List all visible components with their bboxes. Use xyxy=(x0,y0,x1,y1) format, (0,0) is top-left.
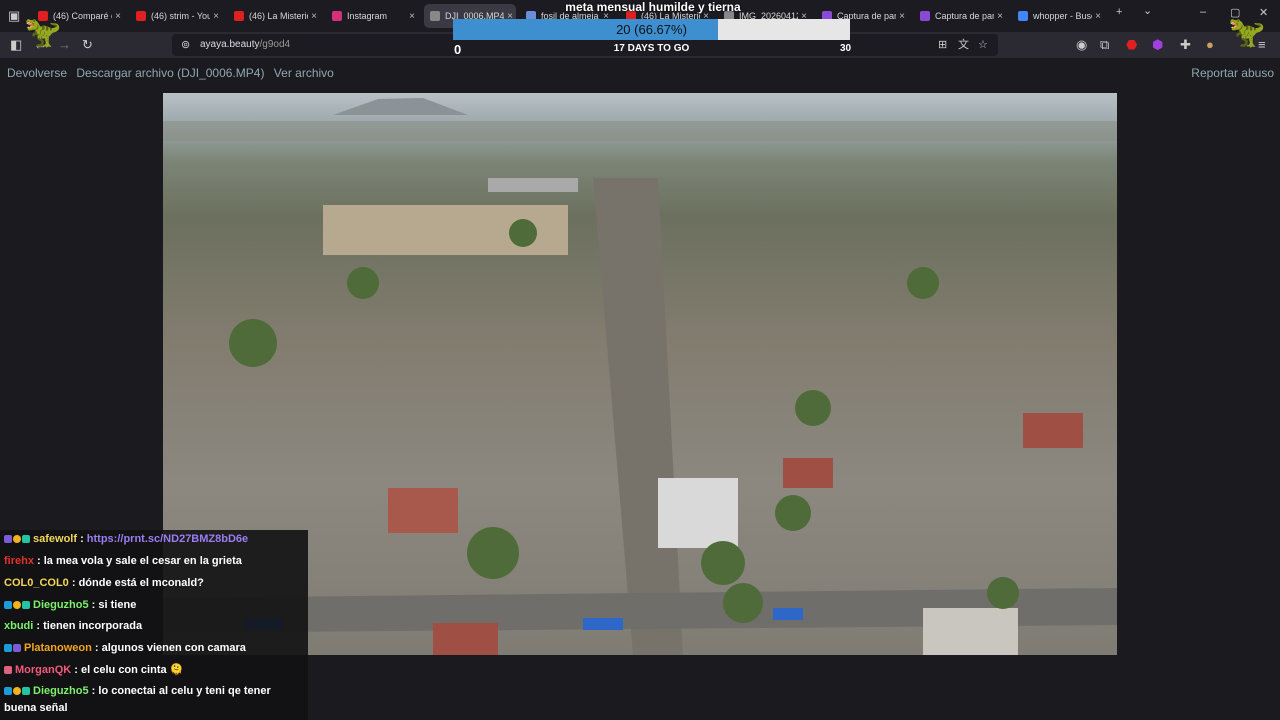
puzzle-icon[interactable]: ✚ xyxy=(1180,37,1191,53)
chat-message: Dieguzho5 : si tiene xyxy=(4,597,304,614)
file-actions: Devolverse Descargar archivo (DJI_0006.M… xyxy=(7,66,340,80)
tab-favicon-icon xyxy=(920,11,930,21)
download-link[interactable]: Descargar archivo (DJI_0006.MP4) xyxy=(76,66,264,80)
tab-favicon-icon xyxy=(332,11,342,21)
chat-username[interactable]: firehx xyxy=(4,555,34,567)
goal-progress-bar: 20 (66.67%) xyxy=(453,19,850,40)
chat-badge-icon xyxy=(4,666,12,674)
tab[interactable]: Captura de panta× xyxy=(914,4,1006,28)
chat-badge-icon xyxy=(4,644,12,652)
tab-favicon-icon xyxy=(136,11,146,21)
minimize-button[interactable]: – xyxy=(1200,6,1206,18)
tab-list-button[interactable]: ⌄ xyxy=(1143,4,1152,17)
goal-progress-label: 20 (66.67%) xyxy=(616,22,687,37)
chat-badge-icon xyxy=(13,687,21,695)
chat-badge-icon xyxy=(13,601,21,609)
goal-title: meta mensual humilde y tierna xyxy=(565,0,741,14)
sidebar-icon[interactable]: ◧ xyxy=(10,37,22,53)
translate-icon[interactable]: 文 xyxy=(958,37,969,53)
chat-overlay: safewolf : https://prnt.sc/ND27BMZ8bD6e f… xyxy=(0,530,308,720)
chat-badge-icon xyxy=(22,601,30,609)
tab-title: (46) La Misterios xyxy=(249,11,308,21)
bookmark-star-icon[interactable]: ☆ xyxy=(978,37,988,53)
goal-days-left: 17 DAYS TO GO xyxy=(613,43,690,54)
tab-overview-icon[interactable]: ▣ xyxy=(8,8,20,24)
reload-icon[interactable]: ↻ xyxy=(82,37,93,53)
tab-favicon-icon xyxy=(234,11,244,21)
tab-title: whopper - Busca xyxy=(1033,11,1092,21)
chat-username[interactable]: xbudi xyxy=(4,620,33,632)
chat-text: tienen incorporada xyxy=(43,620,143,632)
chat-badge-icon xyxy=(4,601,12,609)
dinosaur-mascot-right-icon: 🦖 xyxy=(1228,16,1266,49)
extensions-puzzle-icon[interactable]: ⧉ xyxy=(1100,37,1109,53)
chat-username[interactable]: Platanoweon xyxy=(24,642,92,654)
tab-favicon-icon xyxy=(430,11,440,21)
ublock-icon[interactable]: ⬣ xyxy=(1126,37,1137,53)
chat-text: algunos vienen con camara xyxy=(101,642,246,654)
tab[interactable]: whopper - Busca× xyxy=(1012,4,1104,28)
chat-username[interactable]: safewolf xyxy=(33,533,77,545)
tab[interactable]: (46) strim - YouT× xyxy=(130,4,222,28)
report-abuse-link[interactable]: Reportar abuso xyxy=(1191,66,1274,80)
url-text[interactable]: ayaya.beauty/g9od4 xyxy=(200,39,290,50)
extension-icon[interactable]: ⬢ xyxy=(1152,37,1163,53)
tab-title: Captura de panta xyxy=(935,11,994,21)
chat-message: COL0_COL0 : dónde está el mconald? xyxy=(4,577,204,589)
goal-max-value: 30 xyxy=(840,43,852,54)
chat-badge-icon xyxy=(4,535,12,543)
tab[interactable]: Instagram × xyxy=(326,4,418,28)
tab-close-icon[interactable]: × xyxy=(112,11,124,22)
screenshot-icon[interactable]: ⊞ xyxy=(938,37,947,53)
chat-badge-icon xyxy=(22,535,30,543)
chat-text: si tiene xyxy=(98,599,137,611)
tab-close-icon[interactable]: × xyxy=(994,11,1006,22)
chat-message: xbudi : tienen incorporada xyxy=(4,620,143,632)
chat-username[interactable]: MorganQK xyxy=(15,664,71,676)
tab-close-icon[interactable]: × xyxy=(896,11,908,22)
dinosaur-mascot-left-icon: 🦖 xyxy=(24,16,62,49)
tab-close-icon[interactable]: × xyxy=(308,11,320,22)
tab-title: (46) Comparé el xyxy=(53,11,112,21)
tab-close-icon[interactable]: × xyxy=(210,11,222,22)
chat-message: Dieguzho5 : lo conectai al celu y teni q… xyxy=(4,685,271,714)
chat-message: MorganQK : el celu con cinta 🫠 xyxy=(4,662,304,679)
chat-badge-icon xyxy=(22,687,30,695)
chat-link[interactable]: https://prnt.sc/ND27BMZ8bD6e xyxy=(87,533,248,545)
chat-text: la mea vola y sale el cesar en la grieta xyxy=(43,555,242,567)
tab-close-icon[interactable]: × xyxy=(406,11,418,22)
chat-message: firehx : la mea vola y sale el cesar en … xyxy=(4,555,242,567)
profile-avatar-icon[interactable]: ● xyxy=(1206,37,1214,53)
tab-favicon-icon xyxy=(1018,11,1028,21)
chat-text: el celu con cinta 🫠 xyxy=(81,664,184,676)
chat-username[interactable]: Dieguzho5 xyxy=(33,599,89,611)
chat-text: dónde está el mconald? xyxy=(78,577,204,589)
chat-badge-icon xyxy=(13,535,21,543)
tab[interactable]: (46) La Misterios× xyxy=(228,4,320,28)
account-icon[interactable]: ◉ xyxy=(1076,37,1087,53)
chat-message: safewolf : https://prnt.sc/ND27BMZ8bD6e xyxy=(4,531,304,548)
chat-username[interactable]: Dieguzho5 xyxy=(33,685,89,697)
view-file-link[interactable]: Ver archivo xyxy=(274,66,334,80)
tab-title: Instagram xyxy=(347,11,388,21)
chat-badge-icon xyxy=(13,644,21,652)
chat-username[interactable]: COL0_COL0 xyxy=(4,577,69,589)
chat-message: Platanoweon : algunos vienen con camara xyxy=(4,640,304,657)
tab-title: (46) strim - YouT xyxy=(151,11,210,21)
chat-badge-icon xyxy=(4,687,12,695)
new-tab-button[interactable]: + xyxy=(1116,6,1122,18)
site-info-icon[interactable]: ⊚ xyxy=(181,37,190,53)
back-link[interactable]: Devolverse xyxy=(7,66,67,80)
tab-close-icon[interactable]: × xyxy=(1092,11,1104,22)
